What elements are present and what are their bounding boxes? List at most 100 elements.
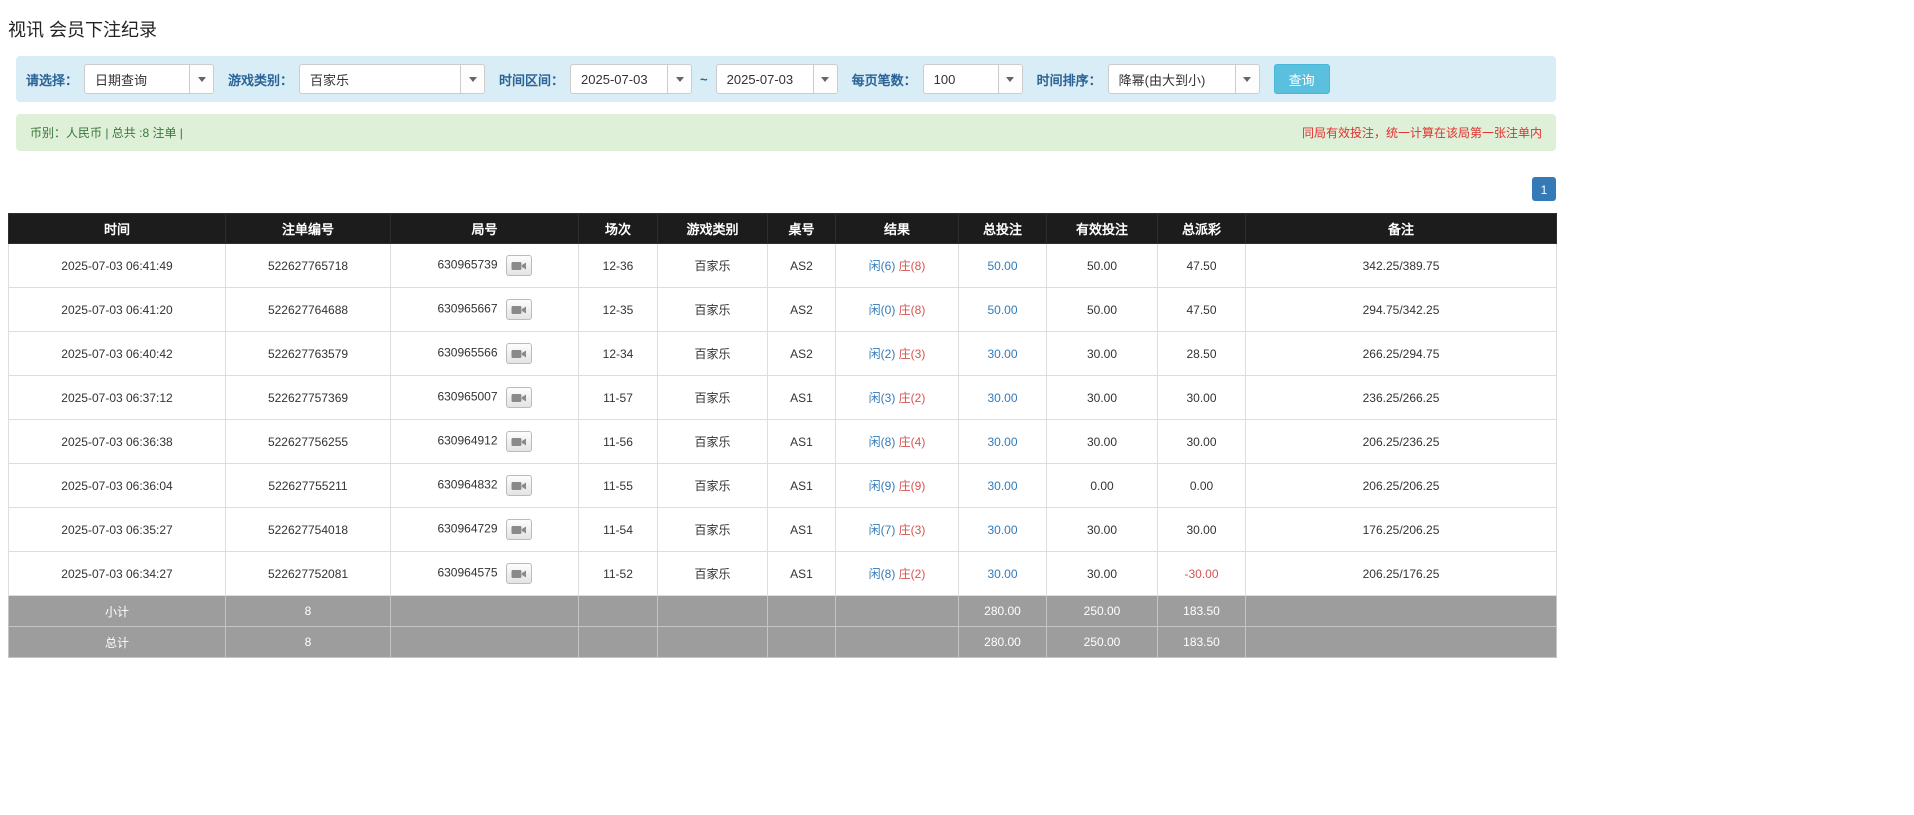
video-replay-button[interactable] [506, 519, 532, 540]
time-cell: 2025-07-03 06:36:38 [9, 420, 226, 464]
note-cell: 342.25/389.75 [1246, 244, 1557, 288]
table-row: 2025-07-03 06:36:04 522627755211 6309648… [9, 464, 1557, 508]
game-type-cell: 百家乐 [658, 464, 768, 508]
video-camera-icon [511, 348, 527, 360]
sort-label: 时间排序： [1037, 70, 1102, 89]
time-cell: 2025-07-03 06:37:12 [9, 376, 226, 420]
game-type-label: 游戏类别： [228, 70, 293, 89]
table-header: 时间 注单编号 局号 场次 游戏类别 桌号 结果 总投注 有效投注 总派彩 备注 [9, 214, 1557, 244]
query-type-select[interactable]: 日期查询 [84, 64, 214, 94]
banker-result: 庄(8) [899, 303, 926, 317]
bet-id-cell: 522627757369 [226, 376, 391, 420]
table-row: 2025-07-03 06:35:27 522627754018 6309647… [9, 508, 1557, 552]
total-bet-link[interactable]: 30.00 [987, 479, 1017, 493]
table-row: 2025-07-03 06:41:20 522627764688 6309656… [9, 288, 1557, 332]
total-bet-cell: 50.00 [959, 244, 1047, 288]
header-result: 结果 [836, 214, 959, 244]
total-bet-link[interactable]: 30.00 [987, 523, 1017, 537]
filter-bar: 请选择： 日期查询 游戏类别： 百家乐 时间区间： 2025-07-03 ~ 2… [16, 56, 1556, 102]
total-bet-link[interactable]: 50.00 [987, 303, 1017, 317]
sort-select[interactable]: 降幂(由大到小) [1108, 64, 1260, 94]
total-bet-cell: 30.00 [959, 552, 1047, 596]
bet-id-cell: 522627763579 [226, 332, 391, 376]
total-count: 8 [226, 627, 391, 658]
video-replay-button[interactable] [506, 475, 532, 496]
table-footer: 小计 8 280.00 250.00 183.50 总计 8 [9, 596, 1557, 658]
total-bet-cell: 30.00 [959, 420, 1047, 464]
total-bet-link[interactable]: 50.00 [987, 259, 1017, 273]
banker-result: 庄(8) [899, 259, 926, 273]
game-type-value: 百家乐 [300, 65, 460, 93]
result-cell: 闲(2) 庄(3) [836, 332, 959, 376]
bet-id-cell: 522627756255 [226, 420, 391, 464]
valid-bet-cell: 30.00 [1047, 332, 1158, 376]
sort-value: 降幂(由大到小) [1109, 65, 1235, 93]
table-number-cell: AS2 [768, 244, 836, 288]
date-from-select[interactable]: 2025-07-03 [570, 64, 692, 94]
valid-bet-cell: 30.00 [1047, 552, 1158, 596]
time-cell: 2025-07-03 06:34:27 [9, 552, 226, 596]
video-replay-button[interactable] [506, 563, 532, 584]
header-table-number: 桌号 [768, 214, 836, 244]
pagination-page-1[interactable]: 1 [1532, 177, 1556, 201]
bet-id-cell: 522627752081 [226, 552, 391, 596]
payout-cell: -30.00 [1158, 552, 1246, 596]
header-total-bet: 总投注 [959, 214, 1047, 244]
time-cell: 2025-07-03 06:41:49 [9, 244, 226, 288]
per-page-select[interactable]: 100 [923, 64, 1023, 94]
video-replay-button[interactable] [506, 387, 532, 408]
video-camera-icon [511, 392, 527, 404]
chevron-down-icon[interactable] [813, 65, 837, 93]
round-id-cell: 630965007 [391, 376, 579, 420]
game-type-cell: 百家乐 [658, 288, 768, 332]
chevron-down-icon[interactable] [998, 65, 1022, 93]
currency-total-text: 币别：人民币 | 总共 :8 注单 | [30, 124, 183, 141]
round-id: 630965566 [437, 346, 497, 360]
banker-result: 庄(2) [899, 391, 926, 405]
video-camera-icon [511, 568, 527, 580]
result-cell: 闲(8) 庄(4) [836, 420, 959, 464]
search-button[interactable]: 查询 [1274, 64, 1330, 94]
chevron-down-icon[interactable] [189, 65, 213, 93]
result-cell: 闲(0) 庄(8) [836, 288, 959, 332]
player-result: 闲(0) [869, 303, 896, 317]
session-cell: 11-52 [579, 552, 658, 596]
date-to-select[interactable]: 2025-07-03 [716, 64, 838, 94]
total-bet-link[interactable]: 30.00 [987, 347, 1017, 361]
video-camera-icon [511, 436, 527, 448]
chevron-down-icon[interactable] [460, 65, 484, 93]
total-bet-cell: 30.00 [959, 508, 1047, 552]
valid-bet-cell: 30.00 [1047, 420, 1158, 464]
total-row: 总计 8 280.00 250.00 183.50 [9, 627, 1557, 658]
total-bet-link[interactable]: 30.00 [987, 391, 1017, 405]
video-replay-button[interactable] [506, 431, 532, 452]
game-type-cell: 百家乐 [658, 332, 768, 376]
valid-bet-note: 同局有效投注，统一计算在该局第一张注单内 [1302, 124, 1542, 141]
chevron-down-icon[interactable] [667, 65, 691, 93]
game-type-cell: 百家乐 [658, 376, 768, 420]
video-replay-button[interactable] [506, 299, 532, 320]
video-camera-icon [511, 524, 527, 536]
bet-id-cell: 522627765718 [226, 244, 391, 288]
total-bet-cell: 30.00 [959, 332, 1047, 376]
chevron-down-icon[interactable] [1235, 65, 1259, 93]
result-cell: 闲(7) 庄(3) [836, 508, 959, 552]
game-type-cell: 百家乐 [658, 552, 768, 596]
page: 视讯 会员下注纪录 请选择： 日期查询 游戏类别： 百家乐 时间区间： 2025… [0, 0, 1556, 658]
table-number-cell: AS2 [768, 332, 836, 376]
total-bet-link[interactable]: 30.00 [987, 435, 1017, 449]
result-cell: 闲(3) 庄(2) [836, 376, 959, 420]
player-result: 闲(2) [869, 347, 896, 361]
total-bet-link[interactable]: 30.00 [987, 567, 1017, 581]
video-replay-button[interactable] [506, 343, 532, 364]
table-number-cell: AS1 [768, 376, 836, 420]
game-type-select[interactable]: 百家乐 [299, 64, 485, 94]
note-cell: 294.75/342.25 [1246, 288, 1557, 332]
time-range-label: 时间区间： [499, 70, 564, 89]
payout-cell: 30.00 [1158, 508, 1246, 552]
game-type-group: 游戏类别： 百家乐 [228, 64, 485, 94]
payout-cell: 30.00 [1158, 376, 1246, 420]
player-result: 闲(8) [869, 567, 896, 581]
subtotal-label: 小计 [9, 596, 226, 627]
video-replay-button[interactable] [506, 255, 532, 276]
